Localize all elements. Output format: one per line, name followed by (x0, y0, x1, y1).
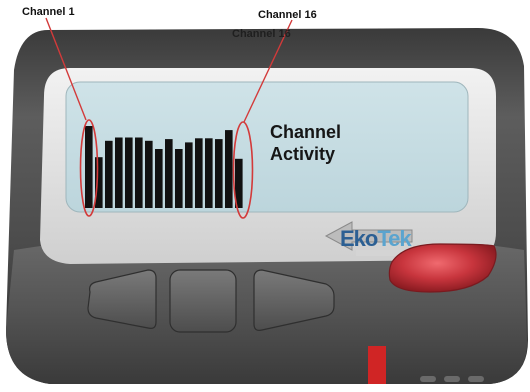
brand-logo-part1: Eko (340, 226, 378, 251)
channel-bar-7 (145, 140, 153, 208)
channel-bar-1 (85, 126, 93, 208)
channel-1-label: Channel 1 (22, 6, 75, 18)
bottom-slot (420, 376, 436, 382)
channel-bar-14 (215, 139, 223, 208)
bottom-slot (444, 376, 460, 382)
square-icon (169, 269, 237, 333)
channel-16-label: Channel 16 (258, 9, 317, 21)
channel-bar-13 (205, 138, 213, 208)
channel-bar-9 (165, 139, 173, 208)
channel-bar-4 (115, 137, 123, 208)
channel-bar-8 (155, 149, 163, 208)
screen-caption: Channel Activity (270, 121, 341, 165)
pager-device-illustration (6, 17, 528, 384)
channel-16-label-duplicate: Channel 16 (232, 28, 291, 40)
channel-bar-5 (125, 137, 133, 208)
channel-bar-11 (185, 142, 193, 208)
brand-logo: EkoTek (340, 226, 412, 252)
channel-bar-3 (105, 140, 113, 208)
bottom-slot (468, 376, 484, 382)
screen-caption-line2: Activity (270, 144, 336, 164)
channel-bar-10 (175, 149, 183, 208)
channel-bar-12 (195, 138, 203, 208)
channel-bar-2 (95, 157, 103, 208)
middle-button[interactable] (169, 269, 237, 333)
led-indicator (368, 346, 386, 384)
screen-caption-line1: Channel (270, 122, 342, 142)
brand-logo-part2: Tek (377, 226, 411, 251)
channel-bar-6 (135, 137, 143, 208)
channel-bar-15 (225, 130, 233, 208)
